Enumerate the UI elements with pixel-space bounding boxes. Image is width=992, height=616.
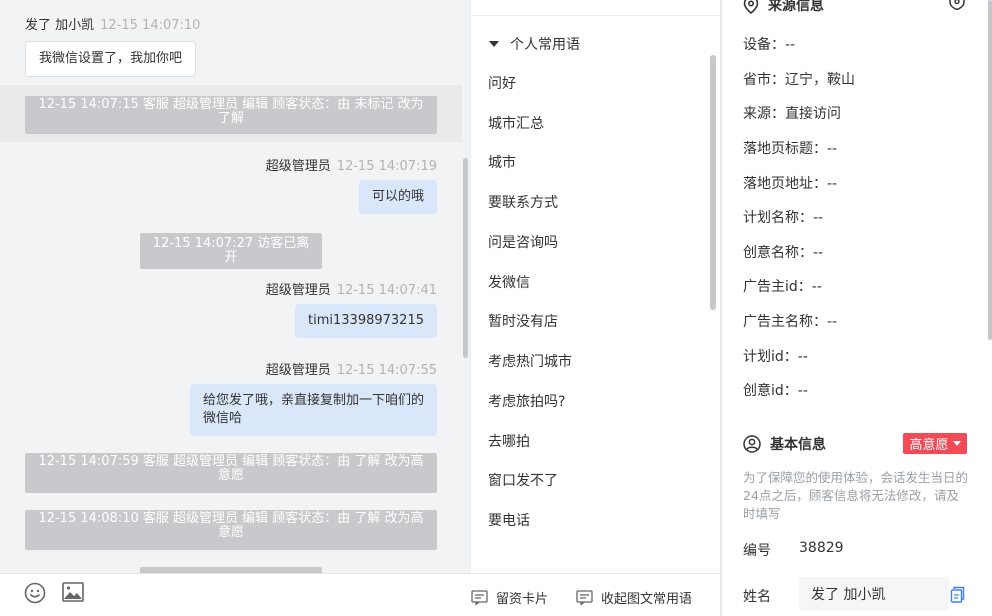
collapse-phrases-label: 收起图文常用语 [601, 592, 693, 607]
source-field: 广告主名称：-- [743, 314, 838, 330]
system-notice: 12-15 14:07:59 客服 超级管理员 编辑 顾客状态：由 了解 改为高… [25, 453, 437, 493]
phrase-item[interactable]: 问是咨询吗 [488, 232, 558, 252]
customer-info-panel: 来源信息 设备：-- 省市：辽宁，鞍山 来源：直接访问 落地页标题：-- 落地页… [722, 0, 992, 616]
card-icon [471, 590, 488, 605]
name-label: 姓名 [743, 589, 771, 605]
copy-icon[interactable] [950, 586, 965, 607]
phrase-item[interactable]: 问好 [488, 73, 516, 93]
phrase-item[interactable]: 窗口发不了 [488, 470, 558, 490]
agent-message-bubble[interactable]: 可以的哦 [358, 180, 437, 214]
id-label: 编号 [743, 543, 771, 559]
agent-message-bubble[interactable]: timi13398973215 [295, 304, 437, 338]
phrase-item[interactable]: 考虑旅拍吗? [488, 391, 565, 411]
agent-message-bubble[interactable]: 给您发了哦，亲直接复制加一下咱们的微信哈 [190, 384, 437, 436]
message-header: 超级管理员 12-15 14:07:55 [266, 359, 437, 378]
message-header: 超级管理员 12-15 14:07:41 [266, 279, 437, 298]
visitor-message-bubble[interactable]: 我微信设置了，我加你吧 [25, 41, 197, 77]
intent-level-label: 高意愿 [909, 438, 949, 453]
shield-icon[interactable] [948, 0, 966, 14]
basic-info-title: 基本信息 [770, 437, 826, 453]
sender-name: 发了 加小凯 [25, 18, 95, 33]
phrase-item[interactable]: 发微信 [488, 272, 530, 292]
source-field: 省市：辽宁，鞍山 [743, 72, 855, 88]
phrase-item[interactable]: 考虑热门城市 [488, 351, 572, 371]
source-info-title: 来源信息 [768, 0, 824, 14]
info-scrollbar[interactable] [988, 0, 992, 340]
system-notice: 12-15 14:07:15 客服 超级管理员 编辑 顾客状态：由 未标记 改为… [25, 96, 437, 134]
message-time: 12-15 14:07:19 [336, 159, 437, 174]
message-time: 12-15 14:07:41 [336, 283, 437, 298]
phrase-item[interactable]: 城市 [488, 152, 516, 172]
sender-name: 超级管理员 [265, 159, 331, 174]
phrase-item[interactable]: 要电话 [488, 510, 530, 530]
chat-scrollbar[interactable] [463, 158, 468, 358]
phrase-group-label: 个人常用语 [510, 37, 580, 53]
phrase-item[interactable]: 要联系方式 [488, 192, 558, 212]
phrase-item[interactable]: 城市汇总 [488, 113, 544, 133]
common-phrases-panel: 个人常用语 问好 城市汇总 城市 要联系方式 问是咨询吗 发微信 暂时没有店 考… [470, 0, 720, 573]
message-time: 12-15 14:07:55 [336, 363, 437, 378]
message-header: 超级管理员 12-15 14:07:19 [266, 155, 437, 174]
intent-level-dropdown[interactable]: 高意愿 [903, 433, 967, 454]
phrase-group-toggle[interactable]: 个人常用语 [489, 34, 580, 54]
source-field: 来源：直接访问 [743, 106, 841, 122]
lead-card-button[interactable]: 留资卡片 [471, 588, 548, 607]
source-field: 落地页地址：-- [743, 176, 838, 192]
source-field: 计划名称：-- [743, 210, 824, 226]
message-icon [576, 590, 593, 605]
message-header: 发了 加小凯 12-15 14:07:10 [25, 14, 200, 33]
lead-card-label: 留资卡片 [496, 592, 549, 607]
sender-name: 超级管理员 [265, 283, 331, 298]
phrase-item[interactable]: 暂时没有店 [488, 311, 558, 331]
chat-history[interactable]: 发了 加小凯 12-15 14:07:10 我微信设置了，我加你吧 12-15 1… [0, 0, 470, 573]
caret-down-icon [952, 441, 961, 446]
collapse-phrases-button[interactable]: 收起图文常用语 [576, 588, 692, 607]
name-input[interactable] [799, 577, 949, 611]
caret-down-icon [489, 41, 499, 47]
image-icon[interactable] [62, 582, 84, 606]
edit-deadline-notice: 为了保障您的使用体验，会话发生当日的24点之后，顾客信息将无法修改，请及时填写 [743, 470, 969, 521]
divider [471, 15, 720, 16]
source-field: 广告主id：-- [743, 279, 822, 295]
source-field: 创意id：-- [743, 383, 808, 399]
source-field: 创意名称：-- [743, 245, 824, 261]
system-notice: 12-15 14:07:27 访客已离开 [140, 233, 322, 269]
source-field: 计划id：-- [743, 349, 808, 365]
sender-name: 超级管理员 [265, 363, 331, 378]
message-time: 12-15 14:07:10 [100, 18, 201, 33]
location-pin-icon [743, 0, 759, 14]
phrase-item[interactable]: 去哪拍 [488, 431, 530, 451]
id-value: 38829 [799, 540, 844, 556]
system-notice: 12-15 14:08:10 客服 超级管理员 编辑 顾客状态：由 了解 改为高… [25, 510, 437, 550]
source-field: 设备：-- [743, 37, 796, 53]
chat-input-toolbar: 留资卡片 收起图文常用语 [0, 573, 720, 616]
basic-info-header: 基本信息 [743, 434, 826, 454]
user-circle-icon [743, 435, 761, 453]
phrases-scrollbar[interactable] [710, 55, 716, 310]
chat-workspace: 发了 加小凯 12-15 14:07:10 我微信设置了，我加你吧 12-15 1… [0, 0, 992, 616]
smiley-icon[interactable] [24, 582, 46, 608]
source-info-header: 来源信息 [743, 0, 824, 15]
source-field: 落地页标题：-- [743, 141, 838, 157]
